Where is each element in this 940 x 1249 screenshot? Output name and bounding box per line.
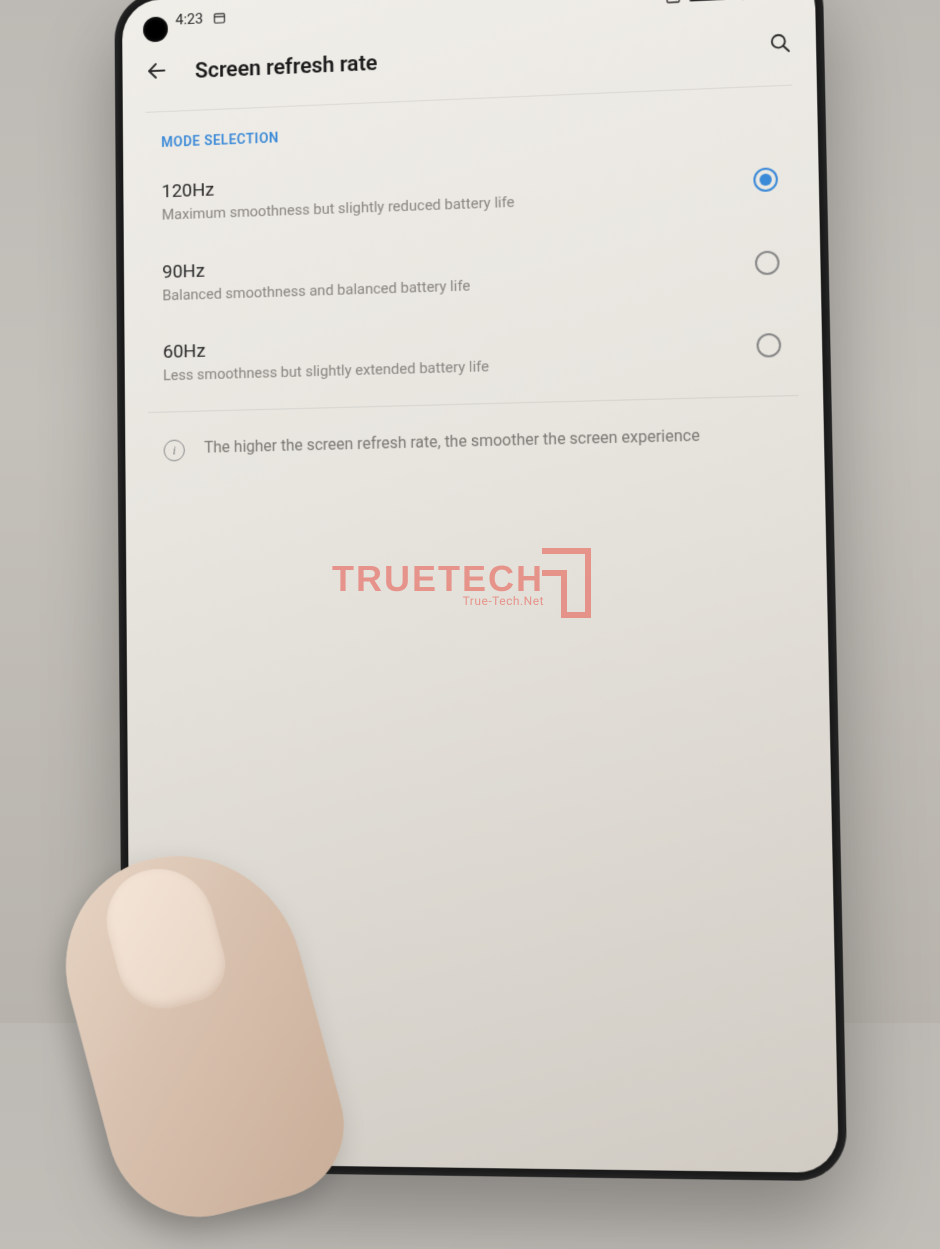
back-button[interactable] [145,59,168,87]
info-icon: i [164,439,185,461]
page-title: Screen refresh rate [195,34,741,83]
radio-selected-icon [753,167,778,192]
volte-badge: VoLTE [689,0,725,2]
calendar-icon [213,11,227,25]
info-text: The higher the screen refresh rate, the … [204,424,700,458]
status-time: 4:23 [175,10,203,29]
radio-icon [756,333,781,358]
option-list: 120Hz Maximum smoothness but slightly re… [123,137,823,405]
radio-icon [755,250,780,275]
nfc-icon [665,0,681,5]
info-row: i The higher the screen refresh rate, th… [125,403,824,480]
search-button[interactable] [769,32,792,59]
